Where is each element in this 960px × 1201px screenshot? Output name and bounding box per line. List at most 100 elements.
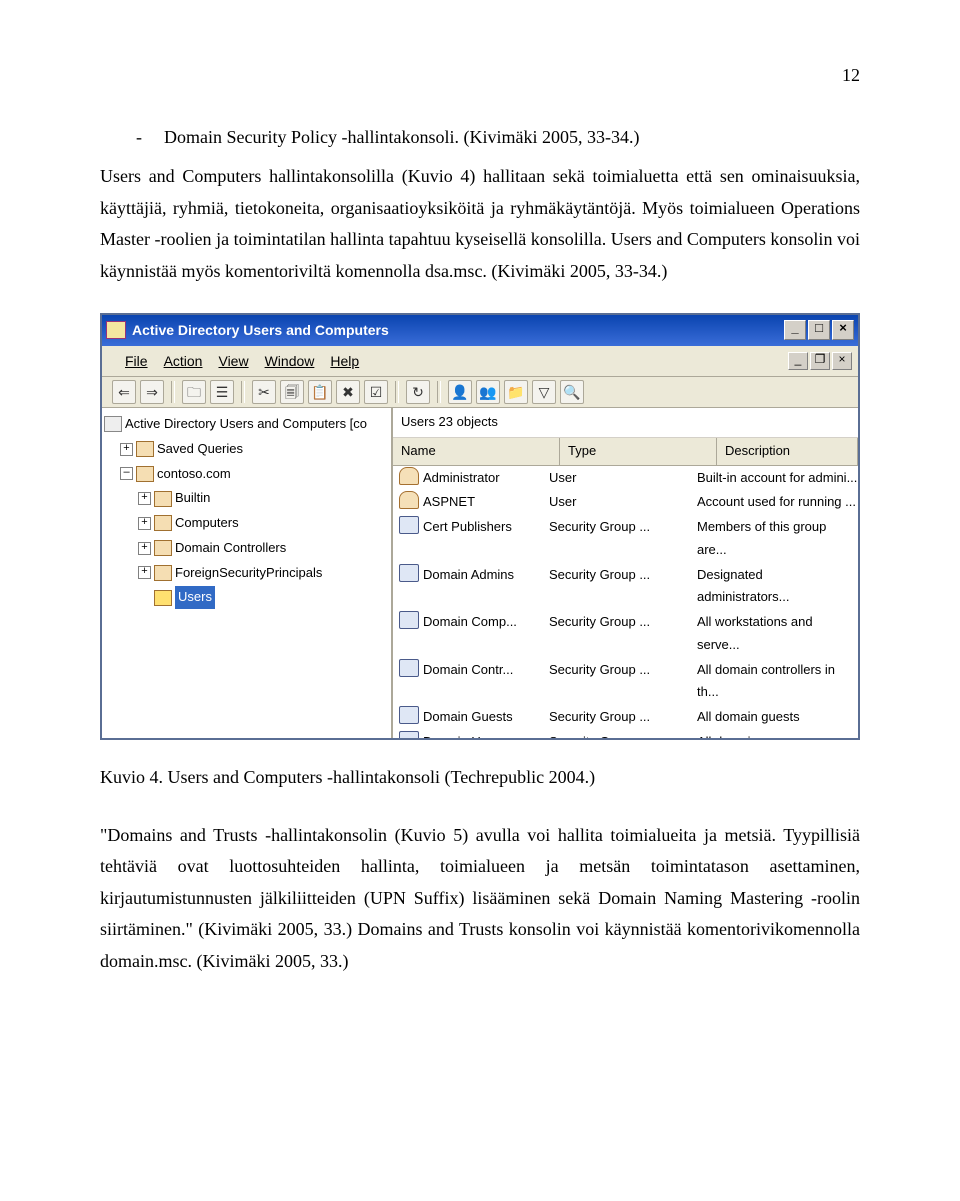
bullet-item: - Domain Security Policy -hallintakonsol… bbox=[100, 122, 860, 154]
toolbar-separator bbox=[241, 381, 245, 403]
tree-domain-controllers[interactable]: + Domain Controllers bbox=[104, 536, 389, 561]
cell-description: Built-in account for admini... bbox=[697, 467, 858, 490]
props-button[interactable]: ☑ bbox=[364, 380, 388, 404]
cell-description: All workstations and serve... bbox=[697, 611, 858, 657]
tree-computers[interactable]: + Computers bbox=[104, 511, 389, 536]
cell-type: Security Group ... bbox=[549, 564, 697, 610]
list-item[interactable]: Domain AdminsSecurity Group ...Designate… bbox=[393, 563, 858, 611]
cell-type: Security Group ... bbox=[549, 516, 697, 562]
expand-icon[interactable]: + bbox=[138, 492, 151, 505]
paste-button[interactable]: 📋 bbox=[308, 380, 332, 404]
paragraph-2: "Domains and Trusts -hallintakonsolin (K… bbox=[100, 820, 860, 978]
forward-button[interactable]: ⇒ bbox=[140, 380, 164, 404]
expand-icon[interactable]: + bbox=[138, 542, 151, 555]
list-summary: Users 23 objects bbox=[393, 408, 858, 438]
new-ou-button[interactable]: 📁 bbox=[504, 380, 528, 404]
group-icon bbox=[399, 706, 419, 724]
menu-bar: File Action View Window Help _ ❐ × bbox=[102, 346, 858, 378]
list-item[interactable]: Domain Comp...Security Group ...All work… bbox=[393, 610, 858, 658]
cell-name: Domain Guests bbox=[423, 706, 549, 729]
list-pane[interactable]: Users 23 objects Name Type Description A… bbox=[393, 408, 858, 738]
tree-label: Domain Controllers bbox=[175, 537, 286, 560]
cell-type: User bbox=[549, 491, 697, 514]
figure-caption: Kuvio 4. Users and Computers -hallintako… bbox=[100, 762, 860, 794]
maximize-button[interactable]: □ bbox=[808, 320, 830, 340]
user-icon bbox=[399, 491, 419, 509]
cell-description: All domain guests bbox=[697, 706, 858, 729]
list-item[interactable]: ASPNETUserAccount used for running ... bbox=[393, 490, 858, 515]
filter-button[interactable]: ▽ bbox=[532, 380, 556, 404]
menu-window[interactable]: Window bbox=[258, 348, 322, 375]
list-item[interactable]: Domain GuestsSecurity Group ...All domai… bbox=[393, 705, 858, 730]
toolbar-separator bbox=[171, 381, 175, 403]
new-group-button[interactable]: 👥 bbox=[476, 380, 500, 404]
cell-description: All domain users bbox=[697, 731, 858, 738]
expand-icon[interactable]: + bbox=[138, 566, 151, 579]
cell-description: All domain controllers in th... bbox=[697, 659, 858, 705]
copy-button[interactable]: 🗐 bbox=[280, 380, 304, 404]
folder-icon bbox=[154, 515, 172, 531]
tree-label-selected: Users bbox=[175, 586, 215, 609]
find-button[interactable]: 🔍 bbox=[560, 380, 584, 404]
list-body[interactable]: AdministratorUserBuilt-in account for ad… bbox=[393, 466, 858, 739]
list-item[interactable]: Domain Contr...Security Group ...All dom… bbox=[393, 658, 858, 706]
list-header[interactable]: Name Type Description bbox=[393, 438, 858, 466]
header-name[interactable]: Name bbox=[393, 438, 560, 465]
minimize-button[interactable]: _ bbox=[784, 320, 806, 340]
collapse-icon[interactable]: – bbox=[120, 467, 133, 480]
app-icon bbox=[106, 321, 126, 339]
folder-open-icon bbox=[154, 590, 172, 606]
bullet-dash: - bbox=[136, 122, 142, 154]
expand-icon[interactable]: + bbox=[138, 517, 151, 530]
menu-action[interactable]: Action bbox=[157, 348, 210, 375]
mdi-close-button[interactable]: × bbox=[832, 352, 852, 370]
group-icon bbox=[399, 564, 419, 582]
cell-type: User bbox=[549, 467, 697, 490]
tree-root-label: Active Directory Users and Computers [co bbox=[125, 413, 367, 436]
header-description[interactable]: Description bbox=[717, 438, 858, 465]
cell-description: Members of this group are... bbox=[697, 516, 858, 562]
group-icon bbox=[399, 611, 419, 629]
page-number: 12 bbox=[100, 60, 860, 92]
list-item[interactable]: Cert PublishersSecurity Group ...Members… bbox=[393, 515, 858, 563]
folder-icon bbox=[154, 565, 172, 581]
properties-button[interactable]: ☰ bbox=[210, 380, 234, 404]
window-title: Active Directory Users and Computers bbox=[132, 318, 389, 343]
cut-button[interactable]: ✂ bbox=[252, 380, 276, 404]
titlebar[interactable]: Active Directory Users and Computers _ □… bbox=[102, 315, 858, 346]
close-button[interactable]: × bbox=[832, 320, 854, 340]
up-button[interactable]: 🗀 bbox=[182, 380, 206, 404]
list-item[interactable]: AdministratorUserBuilt-in account for ad… bbox=[393, 466, 858, 491]
cell-type: Security Group ... bbox=[549, 611, 697, 657]
list-item[interactable]: Domain UsersSecurity Group ...All domain… bbox=[393, 730, 858, 738]
back-button[interactable]: ⇐ bbox=[112, 380, 136, 404]
toolbar: ⇐ ⇒ 🗀 ☰ ✂ 🗐 📋 ✖ ☑ ↻ 👤 👥 📁 ▽ 🔍 bbox=[102, 377, 858, 408]
menu-help[interactable]: Help bbox=[323, 348, 366, 375]
refresh-button[interactable]: ↻ bbox=[406, 380, 430, 404]
tree-label: ForeignSecurityPrincipals bbox=[175, 562, 322, 585]
delete-button[interactable]: ✖ bbox=[336, 380, 360, 404]
tree-root[interactable]: Active Directory Users and Computers [co bbox=[104, 412, 389, 437]
tree-users[interactable]: Users bbox=[104, 585, 389, 610]
mdi-restore-button[interactable]: ❐ bbox=[810, 352, 830, 370]
group-icon bbox=[399, 659, 419, 677]
toolbar-separator bbox=[437, 381, 441, 403]
header-type[interactable]: Type bbox=[560, 438, 717, 465]
tree-label: contoso.com bbox=[157, 463, 231, 486]
tree-label: Saved Queries bbox=[157, 438, 243, 461]
aduc-window: Active Directory Users and Computers _ □… bbox=[100, 313, 860, 740]
cell-type: Security Group ... bbox=[549, 731, 697, 738]
mdi-minimize-button[interactable]: _ bbox=[788, 352, 808, 370]
tree-fsp[interactable]: + ForeignSecurityPrincipals bbox=[104, 561, 389, 586]
tree-saved-queries[interactable]: + Saved Queries bbox=[104, 437, 389, 462]
tree-builtin[interactable]: + Builtin bbox=[104, 486, 389, 511]
new-user-button[interactable]: 👤 bbox=[448, 380, 472, 404]
tree-domain[interactable]: – contoso.com bbox=[104, 462, 389, 487]
menu-file[interactable]: File bbox=[118, 348, 155, 375]
expand-icon[interactable]: + bbox=[120, 443, 133, 456]
cell-type: Security Group ... bbox=[549, 659, 697, 705]
folder-icon bbox=[154, 491, 172, 507]
tree-pane[interactable]: Active Directory Users and Computers [co… bbox=[102, 408, 393, 738]
bullet-text: Domain Security Policy -hallintakonsoli.… bbox=[164, 122, 639, 154]
menu-view[interactable]: View bbox=[211, 348, 255, 375]
